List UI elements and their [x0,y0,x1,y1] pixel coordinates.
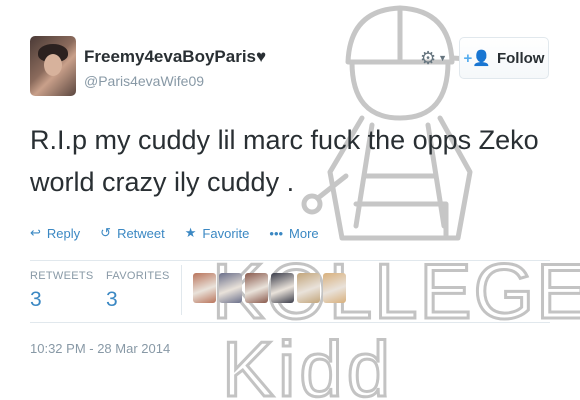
retweet-icon: ↺ [100,225,112,240]
favoriter-avatar[interactable] [245,273,268,303]
tweet-actions: ↩ Reply ↺ Retweet ★ Favorite ••• More [30,225,319,241]
favoriter-avatar[interactable] [323,273,346,303]
tweet-text: R.I.p my cuddy lil marc fuck the opps Ze… [30,119,550,203]
add-user-icon: +👤 [463,50,491,67]
more-icon: ••• [269,225,284,241]
more-label: More [289,225,319,241]
favorite-label: Favorite [202,225,250,241]
favorites-stat[interactable]: FAVORITES 3 [106,270,170,312]
retweets-stat[interactable]: RETWEETS 3 [30,270,94,312]
tweet-timestamp[interactable]: 10:32 PM - 28 Mar 2014 [30,341,170,356]
reply-button[interactable]: ↩ Reply [30,225,80,241]
divider [30,322,550,323]
retweets-count: 3 [30,288,42,311]
favoriter-avatars [193,273,346,303]
tweet-text-line2: world crazy ily cuddy . [30,167,295,197]
user-avatar[interactable] [30,36,76,96]
favorite-button[interactable]: ★ Favorite [185,225,250,241]
follow-button[interactable]: +👤 Follow [459,37,549,79]
favoriter-avatar[interactable] [297,273,320,303]
avatar-face [44,54,62,76]
follow-label: Follow [496,49,545,67]
retweets-label: RETWEETS [30,270,94,282]
reply-icon: ↩ [30,225,41,240]
display-name[interactable]: Freemy4evaBoyParis♥ [84,47,266,67]
more-button[interactable]: ••• More [269,225,318,241]
favorites-count: 3 [106,288,118,311]
favoriter-avatar[interactable] [271,273,294,303]
favoriter-avatar[interactable] [219,273,242,303]
retweet-label: Retweet [117,225,165,241]
stats-separator [181,265,182,315]
tweet-text-line1: R.I.p my cuddy lil marc fuck the opps Ze… [30,125,539,155]
favoriter-avatar[interactable] [193,273,216,303]
gear-icon: ⚙ [420,47,437,68]
star-icon: ★ [184,225,197,240]
favorites-label: FAVORITES [106,270,170,282]
divider [30,260,550,261]
chevron-down-icon: ▼ [438,53,448,63]
reply-label: Reply [46,225,81,241]
retweet-button[interactable]: ↺ Retweet [100,225,165,241]
tweet-card: Freemy4evaBoyParis♥ @Paris4evaWife09 ⚙ ▼… [0,0,580,400]
user-handle[interactable]: @Paris4evaWife09 [84,73,204,89]
user-actions-menu[interactable]: ⚙ ▼ [420,47,450,69]
